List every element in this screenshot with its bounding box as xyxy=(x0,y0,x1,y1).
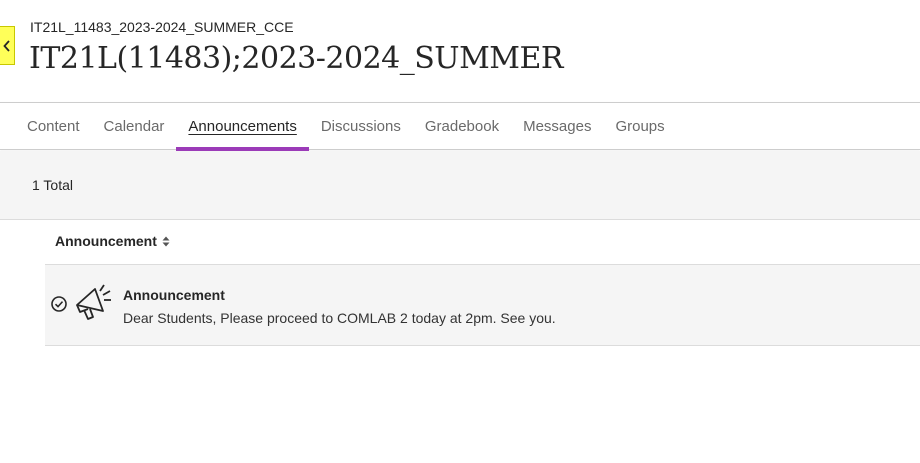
tab-messages[interactable]: Messages xyxy=(511,103,603,150)
announcement-title[interactable]: Announcement xyxy=(123,287,225,303)
back-button[interactable] xyxy=(0,26,15,65)
tab-content[interactable]: Content xyxy=(15,103,92,150)
announcement-body: Dear Students, Please proceed to COMLAB … xyxy=(123,310,556,326)
chevron-left-icon xyxy=(3,39,10,52)
tab-calendar[interactable]: Calendar xyxy=(92,103,177,150)
tab-announcements[interactable]: Announcements xyxy=(176,103,310,151)
megaphone-icon xyxy=(76,284,111,320)
check-circle-icon xyxy=(51,296,67,312)
total-count: 1 Total xyxy=(32,177,73,193)
page-title: IT21L(11483);2023-2024_SUMMER xyxy=(29,41,564,76)
tab-groups[interactable]: Groups xyxy=(603,103,676,150)
course-tabs: Content Calendar Announcements Discussio… xyxy=(0,102,920,151)
summary-bar: 1 Total xyxy=(0,151,920,220)
sort-icon xyxy=(162,236,170,247)
column-header-label: Announcement xyxy=(55,233,157,249)
tab-discussions[interactable]: Discussions xyxy=(309,103,413,150)
announcement-column-header[interactable]: Announcement xyxy=(55,233,170,249)
course-header: IT21L_11483_2023-2024_SUMMER_CCE IT21L(1… xyxy=(0,0,920,102)
course-code: IT21L_11483_2023-2024_SUMMER_CCE xyxy=(30,19,294,35)
announcement-row[interactable]: Announcement Dear Students, Please proce… xyxy=(45,264,920,346)
tab-gradebook[interactable]: Gradebook xyxy=(413,103,511,150)
